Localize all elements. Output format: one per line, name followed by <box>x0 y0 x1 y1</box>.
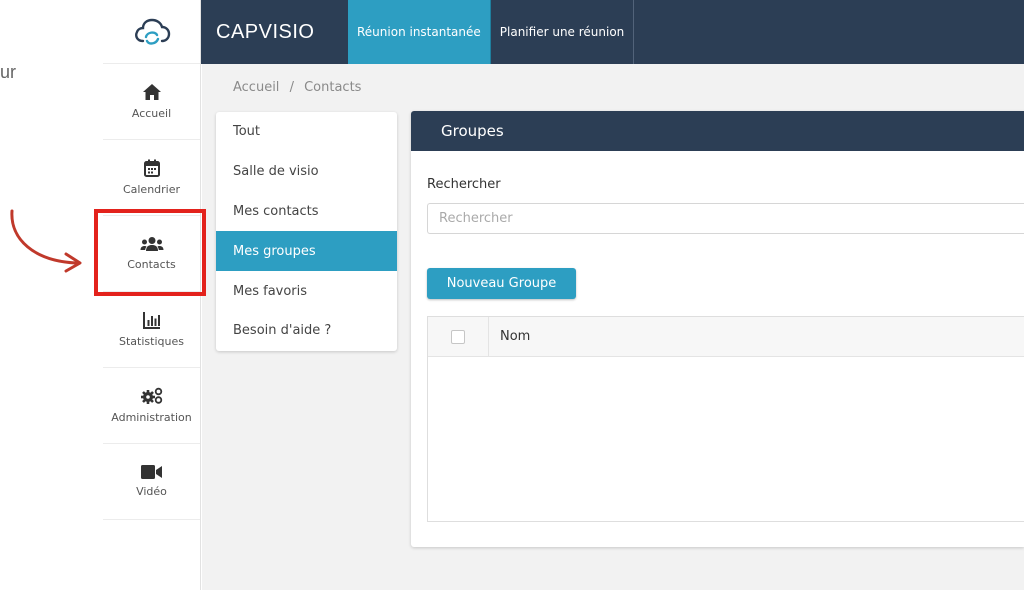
sidebar-item-administration[interactable]: Administration <box>103 368 200 444</box>
sidebar-item-label: Statistiques <box>119 334 184 348</box>
search-label: Rechercher <box>427 177 501 192</box>
sidebar-item-label: Contacts <box>127 258 176 271</box>
column-header-nom[interactable]: Nom <box>489 329 530 344</box>
select-all-cell <box>428 316 489 357</box>
filter-tout[interactable]: Tout <box>216 112 397 152</box>
sidebar-item-label: Calendrier <box>122 183 181 196</box>
table-header: Nom <box>428 316 1024 357</box>
sidebar-item-video[interactable]: Vidéo <box>103 444 200 520</box>
filter-mes-favoris[interactable]: Mes favoris <box>216 271 397 311</box>
video-icon <box>140 465 162 479</box>
home-icon <box>142 84 161 100</box>
groups-panel: Groupes Rechercher Nouveau Groupe Nom <box>411 111 1024 547</box>
sidebar-item-label: Administration <box>111 411 192 424</box>
filter-mes-contacts[interactable]: Mes contacts <box>216 192 397 232</box>
sidebar-item-accueil[interactable]: Accueil <box>103 64 200 140</box>
panel-title: Groupes <box>411 111 1024 151</box>
app-logo[interactable] <box>103 0 200 64</box>
select-all-checkbox[interactable] <box>451 329 465 344</box>
sidebar-item-contacts[interactable]: Contacts <box>103 216 200 292</box>
contacts-filter-menu: Tout Salle de visio Mes contacts Mes gro… <box>216 112 397 351</box>
new-group-button[interactable]: Nouveau Groupe <box>427 268 576 299</box>
sidebar-item-label: Accueil <box>131 107 172 120</box>
filter-mes-groupes[interactable]: Mes groupes <box>216 231 397 272</box>
search-input[interactable] <box>427 203 1024 234</box>
sidebar: Accueil Calendrier Contacts Statistiques… <box>103 0 201 590</box>
breadcrumb-home[interactable]: Accueil <box>233 80 279 95</box>
breadcrumb: Accueil / Contacts <box>233 80 367 95</box>
calendar-icon <box>143 159 160 177</box>
sidebar-item-calendrier[interactable]: Calendrier <box>103 140 200 216</box>
sidebar-item-statistiques[interactable]: Statistiques <box>103 292 200 368</box>
brand-title[interactable]: CAPVISIO <box>201 0 348 64</box>
chart-icon <box>142 311 160 329</box>
gears-icon <box>140 387 162 404</box>
cloud-logo-icon <box>134 18 170 45</box>
users-icon <box>140 237 163 251</box>
annotation-arrow-icon <box>10 209 82 273</box>
groups-table: Nom <box>427 316 1024 522</box>
top-navbar: CAPVISIO Réunion instantanée Planifier u… <box>201 0 1024 64</box>
main-content: Accueil / Contacts Tout Salle de visio M… <box>202 64 1024 590</box>
annotation-text: ur <box>0 62 17 82</box>
filter-besoin-aide[interactable]: Besoin d'aide ? <box>216 311 397 351</box>
breadcrumb-current: Contacts <box>304 80 362 95</box>
breadcrumb-separator: / <box>289 80 294 95</box>
sidebar-item-label: Vidéo <box>136 485 167 498</box>
filter-salle-de-visio[interactable]: Salle de visio <box>216 152 397 192</box>
tab-reunion-instantanee[interactable]: Réunion instantanée <box>348 0 491 64</box>
page: ur Accueil Calendrier Contacts Statistiq… <box>0 0 1024 590</box>
tab-planifier-reunion[interactable]: Planifier une réunion <box>491 0 635 64</box>
